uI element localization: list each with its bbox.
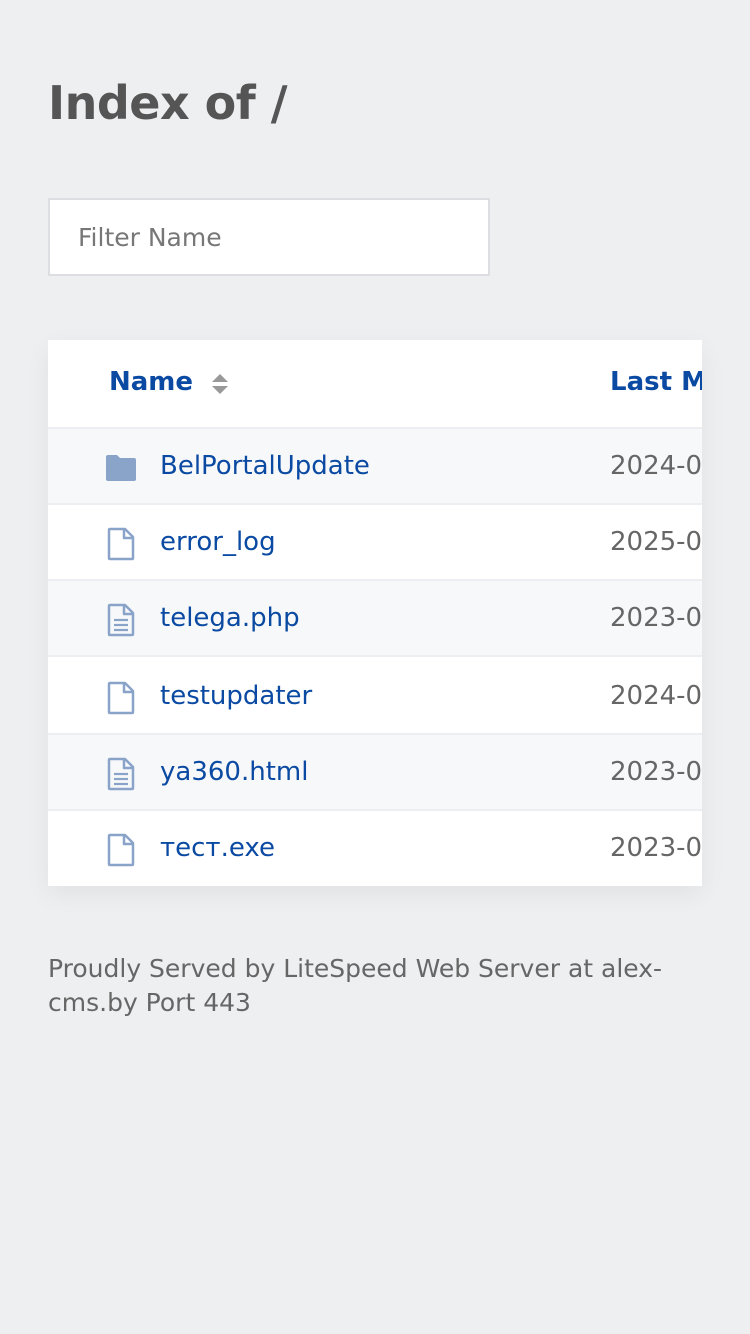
file-text-icon (107, 603, 135, 637)
table-row[interactable]: error_log 2025-07 (48, 505, 702, 581)
column-header-name[interactable]: Name (109, 367, 193, 397)
file-link[interactable]: ya360.html (160, 757, 308, 787)
file-link[interactable]: тест.exe (160, 833, 275, 863)
filter-name-input[interactable] (48, 198, 490, 276)
file-link[interactable]: error_log (160, 527, 276, 557)
file-modified: 2025-07 (610, 527, 702, 557)
table-row[interactable]: telega.php 2023-02 (48, 581, 702, 657)
column-header-last-modified[interactable]: Last Mo (610, 367, 702, 397)
folder-icon (106, 455, 136, 481)
table-row[interactable]: тест.exe 2023-02 (48, 811, 702, 886)
table-row[interactable]: testupdater 2024-02 (48, 657, 702, 735)
file-modified: 2023-02 (610, 833, 702, 863)
file-modified: 2023-01 (610, 757, 702, 787)
file-link[interactable]: BelPortalUpdate (160, 451, 370, 481)
table-row[interactable]: ya360.html 2023-01 (48, 735, 702, 811)
file-modified: 2023-02 (610, 603, 702, 633)
file-modified: 2024-02 (610, 451, 702, 481)
file-icon (107, 833, 135, 867)
file-link[interactable]: testupdater (160, 681, 312, 711)
table-row[interactable]: BelPortalUpdate 2024-02 (48, 429, 702, 505)
column-header-name-label: Name (109, 367, 194, 397)
file-text-icon (107, 757, 135, 791)
file-icon (107, 527, 135, 561)
file-table: Name Last Mo BelPortalUpdate 2024-02 err… (48, 340, 702, 886)
page-title: Index of / (48, 76, 288, 130)
file-modified: 2024-02 (610, 681, 702, 711)
server-footer: Proudly Served by LiteSpeed Web Server a… (48, 954, 663, 1017)
sort-icon[interactable] (211, 373, 229, 395)
page: Index of / Name Last Mo BelPortalUpdate … (0, 0, 750, 1334)
file-icon (107, 681, 135, 715)
table-header: Name Last Mo (48, 340, 702, 429)
file-link[interactable]: telega.php (160, 603, 300, 633)
